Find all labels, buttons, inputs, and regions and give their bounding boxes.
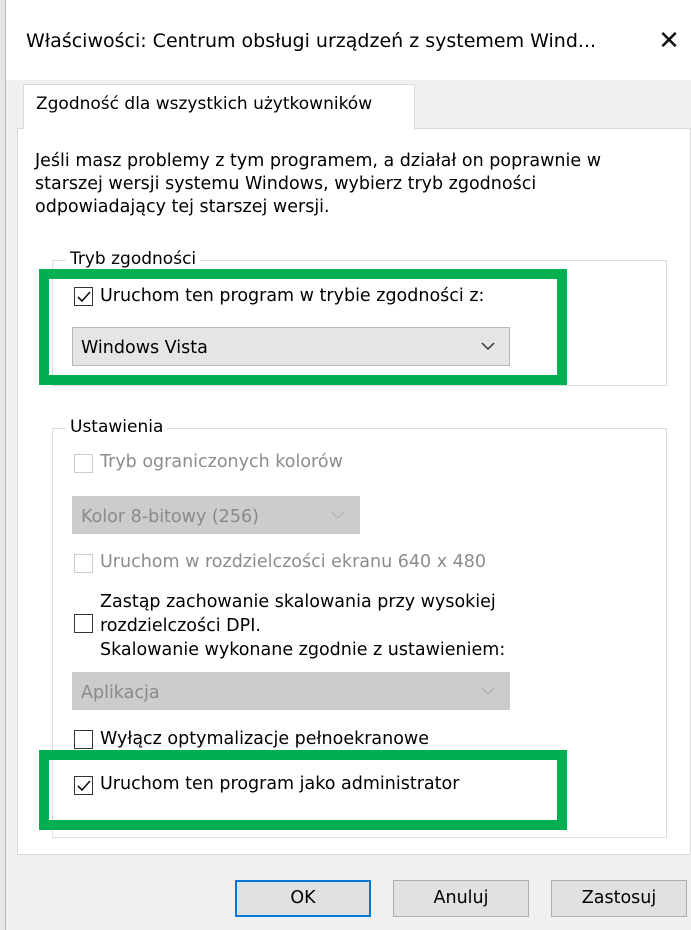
color-depth-select[interactable]: Kolor 8-bitowy (256) — [72, 496, 360, 534]
close-icon[interactable]: ✕ — [652, 24, 686, 58]
res-640-label: Uruchom w rozdzielczości ekranu 640 x 48… — [100, 552, 487, 572]
res-640-checkbox[interactable] — [74, 554, 93, 573]
chevron-down-icon — [331, 511, 345, 520]
chevron-down-icon — [481, 687, 495, 696]
tab-compatibility-all-users[interactable]: Zgodność dla wszystkich użytkowników — [23, 84, 415, 129]
window-title: Właściwości: Centrum obsługi urządzeń z … — [26, 30, 597, 52]
highlight-run-as-admin — [39, 750, 567, 830]
dpi-scaling-label: Skalowanie wykonane zgodnie z ustawienie… — [100, 640, 506, 660]
reduced-color-label: Tryb ograniczonych kolorów — [100, 452, 343, 472]
dpi-override-checkbox[interactable] — [74, 614, 93, 633]
dpi-scaling-select-value: Aplikacja — [81, 683, 160, 703]
settings-group-label: Ustawienia — [66, 417, 168, 437]
reduced-color-checkbox[interactable] — [74, 454, 93, 473]
compat-mode-group-label: Tryb zgodności — [66, 249, 201, 269]
dpi-scaling-select[interactable]: Aplikacja — [72, 672, 510, 710]
dpi-override-label-line1: Zastąp zachowanie skalowania przy wysoki… — [100, 592, 496, 612]
description-text: Jeśli masz problemy z tym programem, a d… — [35, 151, 602, 217]
cancel-button[interactable]: Anuluj — [393, 880, 529, 917]
color-depth-select-value: Kolor 8-bitowy (256) — [81, 507, 259, 527]
apply-button[interactable]: Zastosuj — [551, 880, 687, 917]
highlight-compat-mode — [39, 269, 567, 385]
fullscreen-opt-checkbox[interactable] — [74, 730, 93, 749]
dpi-override-label-line2: rozdzielczości DPI. — [100, 616, 261, 636]
ok-button[interactable]: OK — [235, 880, 371, 917]
fullscreen-opt-label: Wyłącz optymalizacje pełnoekranowe — [100, 729, 430, 749]
